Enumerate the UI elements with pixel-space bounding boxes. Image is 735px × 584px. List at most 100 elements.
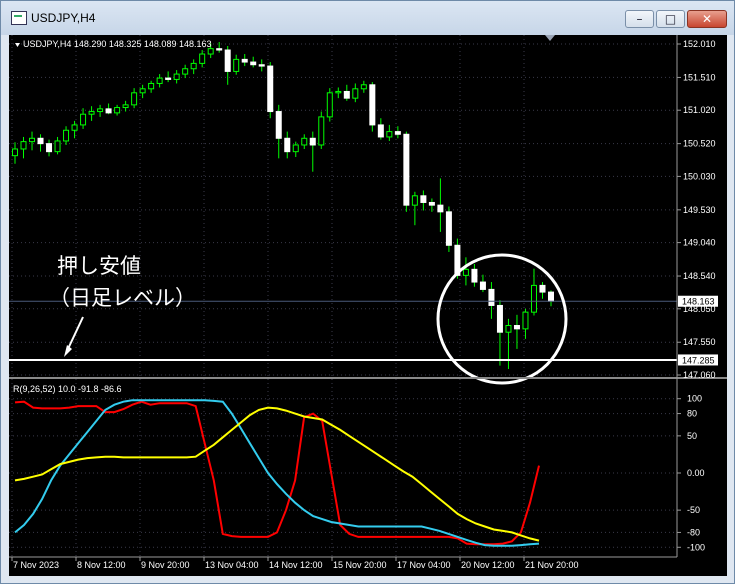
price-tick-label: 147.060 xyxy=(683,370,716,380)
candle-body xyxy=(403,133,410,206)
candle-body xyxy=(513,325,520,330)
indicator-tick-label: 80 xyxy=(687,409,697,419)
price-tick-label: 150.030 xyxy=(683,171,716,181)
time-tick-label: 21 Nov 20:00 xyxy=(525,560,579,570)
price-tick-label: 147.550 xyxy=(683,337,716,347)
price-tick-label: 148.540 xyxy=(683,271,716,281)
candle-body xyxy=(275,111,282,139)
candle-body xyxy=(241,58,248,63)
chart-canvas[interactable]: 押し安値 （日足レベル） USDJPY,H4 148.290 148.325 1… xyxy=(9,35,727,576)
candle-body xyxy=(326,92,333,118)
price-scale: 152.010 151.510 151.020 150.520 150.030 149.5… xyxy=(677,39,716,380)
price-tick-label: 149.040 xyxy=(683,238,716,248)
window-title: USDJPY,H4 xyxy=(31,11,96,25)
candle-body xyxy=(284,137,291,153)
candle-body xyxy=(156,77,163,84)
candle-body xyxy=(224,49,231,72)
candle-body xyxy=(216,48,223,51)
candle-body xyxy=(352,88,359,99)
candle-body xyxy=(267,65,274,113)
candle-body xyxy=(318,116,325,146)
candle-body xyxy=(122,104,129,109)
candle-body xyxy=(445,211,452,246)
candle-body xyxy=(199,53,206,64)
candle-body xyxy=(233,58,240,72)
candle-body xyxy=(148,82,155,90)
time-tick-label: 13 Nov 04:00 xyxy=(205,560,259,570)
title-bar[interactable]: USDJPY,H4 – □ ✕ xyxy=(1,1,734,35)
indicator-tick-label: -100 xyxy=(687,542,705,552)
candle-body xyxy=(97,108,104,113)
minimize-icon: – xyxy=(636,12,643,26)
annotation-line2: （日足レベル） xyxy=(49,287,196,310)
close-icon: ✕ xyxy=(701,12,713,26)
candle-body xyxy=(63,129,70,142)
candle-body xyxy=(377,124,384,138)
candle-body xyxy=(105,108,112,114)
price-tick-label: 151.020 xyxy=(683,105,716,115)
candle-body xyxy=(437,204,444,213)
time-axis: 7 Nov 2023 8 Nov 12:00 9 Nov 20:00 13 Nov 0… xyxy=(11,557,579,570)
time-tick-label: 15 Nov 20:00 xyxy=(333,560,387,570)
indicator-tick-label: 0.00 xyxy=(687,468,705,478)
candle-body xyxy=(343,90,350,99)
candle-body xyxy=(182,68,189,75)
annotation-arrow-head xyxy=(64,345,72,357)
price-tick-label: 149.530 xyxy=(683,205,716,215)
candle-body xyxy=(530,284,537,313)
candle-body xyxy=(12,148,18,157)
candle-body xyxy=(394,131,401,135)
candle-body xyxy=(309,137,316,146)
indicator-tick-label: 100 xyxy=(687,394,702,404)
candle-body xyxy=(190,62,197,70)
candle-body xyxy=(505,325,512,333)
maximize-icon: □ xyxy=(664,12,677,26)
candle-body xyxy=(411,195,418,206)
indicator-header: R(9,26,52) 10.0 -91.8 -86.6 xyxy=(13,384,122,394)
time-tick-label: 8 Nov 12:00 xyxy=(77,560,126,570)
time-tick-label: 7 Nov 2023 xyxy=(13,560,59,570)
candle-body xyxy=(207,48,214,55)
candle-body xyxy=(548,291,554,302)
candle-body xyxy=(496,304,503,333)
maximize-button[interactable]: □ xyxy=(656,10,685,28)
candle-body xyxy=(173,73,180,80)
indicator-tick-label: 50 xyxy=(687,431,697,441)
candle-body xyxy=(71,124,78,131)
time-tick-label: 17 Nov 04:00 xyxy=(397,560,451,570)
current-price-label: 148.163 xyxy=(682,297,715,307)
candle-body xyxy=(46,143,53,153)
candle-body xyxy=(539,284,546,293)
indicator-scale: 100 80 50 0.00 -50 -80 -100 xyxy=(677,394,705,552)
annotation-arrow xyxy=(66,316,84,352)
candle-body xyxy=(165,77,172,80)
candle-body xyxy=(479,281,486,290)
candle-body xyxy=(488,288,495,306)
candle-body xyxy=(462,268,469,276)
time-tick-label: 20 Nov 12:00 xyxy=(461,560,515,570)
shift-marker-icon[interactable] xyxy=(545,35,555,41)
candle-body xyxy=(250,61,257,66)
level-price-label: 147.285 xyxy=(682,355,715,365)
candlestick-series xyxy=(12,41,554,369)
candle-body xyxy=(88,111,95,115)
price-header: USDJPY,H4 148.290 148.325 148.089 148.16… xyxy=(23,39,212,49)
time-tick-label: 14 Nov 12:00 xyxy=(269,560,323,570)
candle-body xyxy=(131,92,138,106)
candle-body xyxy=(258,64,265,67)
minimize-button[interactable]: – xyxy=(625,10,654,28)
price-tick-label: 152.010 xyxy=(683,39,716,49)
candle-body xyxy=(522,311,529,330)
chart-area[interactable]: 押し安値 （日足レベル） USDJPY,H4 148.290 148.325 1… xyxy=(9,35,727,576)
indicator-tick-label: -80 xyxy=(687,527,700,537)
candle-body xyxy=(37,137,44,145)
close-button[interactable]: ✕ xyxy=(687,10,727,28)
price-tick-label: 151.510 xyxy=(683,72,716,82)
chart-window: USDJPY,H4 – □ ✕ 押し安値 （日足レベル） USDJPY,H4 1… xyxy=(0,0,735,584)
candle-body xyxy=(471,268,478,283)
candle-body xyxy=(292,144,299,153)
collapse-icon[interactable] xyxy=(15,43,20,47)
candle-body xyxy=(80,113,87,126)
candle-body xyxy=(360,84,367,90)
candle-body xyxy=(420,195,427,203)
